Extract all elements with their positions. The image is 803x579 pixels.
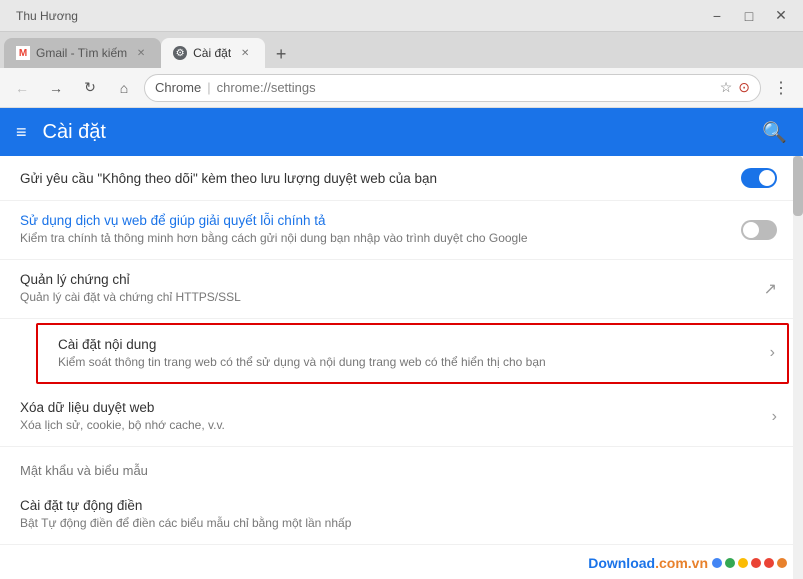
clear-data-content: Xóa dữ liệu duyệt web Xóa lịch sử, cooki…: [20, 400, 764, 434]
spell-check-action: [741, 220, 777, 240]
watermark-dots: [712, 558, 787, 568]
window-controls: − □ ✕: [703, 6, 795, 26]
certificates-desc: Quản lý cài đặt và chứng chỉ HTTPS/SSL: [20, 289, 756, 306]
scrollbar-thumb[interactable]: [793, 156, 803, 216]
page-title: Cài đặt: [43, 121, 106, 144]
settings-header: ≡ Cài đặt 🔍: [0, 108, 803, 156]
chrome-menu-button[interactable]: ⋮: [767, 74, 795, 102]
back-button[interactable]: ←: [8, 74, 36, 102]
titlebar-username: Thu Hương: [8, 9, 78, 23]
settings-item-content-settings[interactable]: Cài đặt nội dung Kiểm soát thông tin tra…: [36, 323, 789, 385]
gmail-favicon: M: [16, 46, 30, 60]
toggle-knob: [759, 170, 775, 186]
do-not-track-content: Gửi yêu cầu "Không theo dõi" kèm theo lư…: [20, 171, 733, 186]
dot-2: [725, 558, 735, 568]
close-button[interactable]: ✕: [767, 6, 795, 26]
spell-check-desc: Kiểm tra chính tả thông minh hơn bằng cá…: [20, 230, 733, 247]
search-icon[interactable]: 🔍: [762, 120, 787, 145]
dot-4: [751, 558, 761, 568]
clear-data-title: Xóa dữ liệu duyệt web: [20, 400, 764, 415]
home-button[interactable]: ⌂: [110, 74, 138, 102]
dot-1: [712, 558, 722, 568]
tab-settings-title: Cài đặt: [193, 46, 231, 60]
new-tab-button[interactable]: +: [267, 40, 295, 68]
url-chrome-label: Chrome: [155, 80, 201, 95]
settings-item-clear-data[interactable]: Xóa dữ liệu duyệt web Xóa lịch sử, cooki…: [0, 388, 793, 447]
external-link-icon: ↗: [764, 279, 777, 299]
settings-item-do-not-track[interactable]: Gửi yêu cầu "Không theo dõi" kèm theo lư…: [0, 156, 793, 201]
tab-gmail-title: Gmail - Tìm kiếm: [36, 46, 127, 60]
spell-check-content: Sử dụng dịch vụ web để giúp giải quyết l…: [20, 213, 733, 247]
spell-check-title: Sử dụng dịch vụ web để giúp giải quyết l…: [20, 213, 733, 228]
settings-item-certificates[interactable]: Quản lý chứng chỉ Quản lý cài đặt và chứ…: [0, 260, 793, 319]
arrow-right-icon: ›: [770, 344, 775, 362]
bookmark-star-icon[interactable]: ☆: [720, 79, 733, 96]
watermark-download: Download: [588, 555, 655, 571]
content-settings-action: ›: [770, 344, 775, 362]
url-separator: |: [207, 80, 210, 95]
refresh-button[interactable]: ↻: [76, 74, 104, 102]
settings-item-autofill[interactable]: Cài đặt tự động điền Bật Tự động điền để…: [0, 486, 793, 545]
content-settings-desc: Kiểm soát thông tin trang web có thể sử …: [58, 354, 762, 371]
do-not-track-toggle[interactable]: [741, 168, 777, 188]
forward-button[interactable]: →: [42, 74, 70, 102]
url-bar[interactable]: Chrome | chrome://settings ☆ ⊙: [144, 74, 761, 102]
scrollbar[interactable]: [793, 156, 803, 579]
browser-content: ≡ Cài đặt 🔍 Gửi yêu cầu "Không theo dõi"…: [0, 108, 803, 579]
do-not-track-title: Gửi yêu cầu "Không theo dõi" kèm theo lư…: [20, 171, 733, 186]
do-not-track-action: [741, 168, 777, 188]
maximize-button[interactable]: □: [735, 6, 763, 26]
autofill-desc: Bật Tự động điền để điền các biểu mẫu ch…: [20, 515, 777, 532]
tab-gmail[interactable]: M Gmail - Tìm kiếm ✕: [4, 38, 161, 68]
watermark: Download.com.vn: [588, 555, 787, 571]
dot-5: [764, 558, 774, 568]
tab-bar: M Gmail - Tìm kiếm ✕ ⚙ Cài đặt ✕ +: [0, 32, 803, 68]
dot-3: [738, 558, 748, 568]
dot-6: [777, 558, 787, 568]
watermark-domain: .com.vn: [655, 555, 708, 571]
certificates-title: Quản lý chứng chỉ: [20, 272, 756, 287]
address-bar: ← → ↻ ⌂ Chrome | chrome://settings ☆ ⊙ ⋮: [0, 68, 803, 108]
spell-check-toggle[interactable]: [741, 220, 777, 240]
tab-settings-close[interactable]: ✕: [237, 45, 253, 61]
minimize-button[interactable]: −: [703, 6, 731, 26]
watermark-text: Download.com.vn: [588, 555, 708, 571]
passwords-section-header: Mật khẩu và biểu mẫu: [0, 447, 793, 486]
opera-icon[interactable]: ⊙: [738, 79, 750, 96]
settings-content: Gửi yêu cầu "Không theo dõi" kèm theo lư…: [0, 156, 803, 579]
toggle-knob-spell: [743, 222, 759, 238]
tab-gmail-close[interactable]: ✕: [133, 45, 149, 61]
url-path: chrome://settings: [217, 80, 316, 95]
content-settings-wrapper: 1 Cài đặt nội dung Kiểm soát thông tin t…: [0, 323, 793, 385]
settings-favicon: ⚙: [173, 46, 187, 60]
titlebar: Thu Hương − □ ✕: [0, 0, 803, 32]
settings-item-spell-check[interactable]: Sử dụng dịch vụ web để giúp giải quyết l…: [0, 201, 793, 260]
hamburger-icon[interactable]: ≡: [16, 122, 27, 143]
tab-settings[interactable]: ⚙ Cài đặt ✕: [161, 38, 265, 68]
clear-data-desc: Xóa lịch sử, cookie, bộ nhớ cache, v.v.: [20, 417, 764, 434]
autofill-title: Cài đặt tự động điền: [20, 498, 777, 513]
autofill-content: Cài đặt tự động điền Bật Tự động điền để…: [20, 498, 777, 532]
content-settings-content: Cài đặt nội dung Kiểm soát thông tin tra…: [58, 337, 762, 371]
clear-data-action: ›: [772, 408, 777, 426]
certificates-content: Quản lý chứng chỉ Quản lý cài đặt và chứ…: [20, 272, 756, 306]
settings-list: Gửi yêu cầu "Không theo dõi" kèm theo lư…: [0, 156, 793, 545]
certificates-action: ↗: [764, 279, 777, 299]
arrow-right-clear-icon: ›: [772, 408, 777, 426]
content-settings-title: Cài đặt nội dung: [58, 337, 762, 352]
